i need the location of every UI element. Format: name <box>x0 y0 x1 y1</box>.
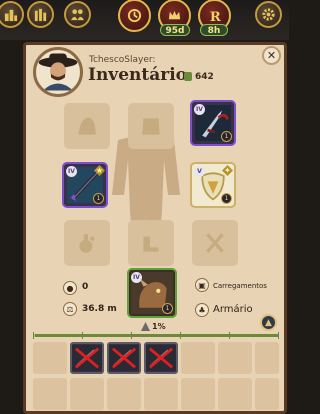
offhand-slot[interactable]: V ✦ 1 <box>190 162 236 208</box>
backpack-icon[interactable]: ▣ <box>195 278 209 292</box>
inventory-item-broken[interactable] <box>107 342 141 374</box>
shoes-slot[interactable] <box>128 220 174 266</box>
tier-badge: IV <box>194 104 205 115</box>
close-button[interactable]: ✕ <box>262 46 281 65</box>
potion-icon <box>79 234 95 253</box>
inventory-slot-empty[interactable] <box>70 378 104 410</box>
premium-days-badge: 95d <box>160 24 190 36</box>
broken-item-icon <box>109 345 139 371</box>
avatar[interactable] <box>33 47 83 97</box>
timer-icon <box>127 8 142 23</box>
coin-icon: ● <box>63 281 77 295</box>
inventory-slot-empty[interactable] <box>181 378 215 410</box>
capacity-icon <box>141 322 150 331</box>
scroll-up-button[interactable]: ▲ <box>260 314 277 331</box>
rank-icon: R <box>210 10 221 23</box>
building-button[interactable] <box>27 1 54 28</box>
inventory-slot-empty[interactable] <box>255 378 279 410</box>
inventory-slot-empty[interactable] <box>218 342 252 374</box>
quantity-badge: 1 <box>162 303 173 314</box>
armor-slot[interactable]: IV 1 <box>190 100 236 146</box>
weight-total-value: 36.8 m <box>82 304 117 314</box>
food-icon <box>206 233 224 253</box>
broken-item-icon <box>146 345 176 371</box>
settings-icon <box>262 8 275 21</box>
shoes-icon <box>143 236 159 252</box>
inventory-item-broken[interactable] <box>144 342 178 374</box>
city-button[interactable] <box>0 1 24 28</box>
group-icon <box>70 9 85 21</box>
username: TchescoSlayer: <box>89 55 156 65</box>
settings-button[interactable] <box>255 1 282 28</box>
inventory-item-broken[interactable] <box>70 342 104 374</box>
capacity-percent: 1% <box>152 322 166 331</box>
quantity-badge: 1 <box>221 193 232 204</box>
inventory-slot-empty[interactable] <box>144 378 178 410</box>
tier-badge: V <box>194 166 205 177</box>
chevron-up-icon: ▲ <box>265 317 272 328</box>
tier-badge: IV <box>66 166 77 177</box>
chest-icon <box>142 118 160 135</box>
inventory-slot-empty[interactable] <box>181 342 215 374</box>
avatar-portrait-icon <box>38 53 78 91</box>
rank-hours-badge: 8h <box>200 24 228 36</box>
item-power-value: 642 <box>195 72 214 82</box>
timer-button[interactable] <box>118 0 151 32</box>
chest-slot[interactable] <box>128 103 174 149</box>
page-title: Inventário <box>88 65 187 85</box>
svg-text:R: R <box>210 10 221 23</box>
food-slot[interactable] <box>192 220 238 266</box>
potion-slot[interactable] <box>64 220 110 266</box>
inventory-slot-empty[interactable] <box>33 342 67 374</box>
building-icon <box>34 8 47 22</box>
silver-value: 0 <box>82 282 89 292</box>
close-icon: ✕ <box>266 49 277 62</box>
scale-icon: ⚖ <box>63 302 77 316</box>
city-icon <box>4 9 18 22</box>
quantity-badge: 1 <box>221 131 232 142</box>
head-slot[interactable] <box>64 103 110 149</box>
broken-item-icon <box>72 345 102 371</box>
capacity-ticks <box>33 332 279 339</box>
inventory-slot-empty[interactable] <box>33 378 67 410</box>
inventory-slot-empty[interactable] <box>107 378 141 410</box>
quantity-badge: 1 <box>93 193 104 204</box>
weight-icon <box>184 72 192 81</box>
group-button[interactable] <box>64 1 91 28</box>
tier-badge: IV <box>131 272 142 283</box>
wardrobe-icon[interactable]: ♣ <box>195 303 209 317</box>
loadouts-link[interactable]: Carregamentos <box>213 282 267 290</box>
inventory-slot-empty[interactable] <box>255 342 279 374</box>
top-hud: R 95d 8h <box>0 0 289 40</box>
mount-slot[interactable]: IV 1 <box>127 268 177 318</box>
inventory-slot-empty[interactable] <box>218 378 252 410</box>
wardrobe-link[interactable]: Armário <box>213 304 253 315</box>
hood-icon <box>78 117 96 135</box>
crown-icon <box>168 10 181 20</box>
weapon-slot[interactable]: IV ★ 1 <box>62 162 108 208</box>
